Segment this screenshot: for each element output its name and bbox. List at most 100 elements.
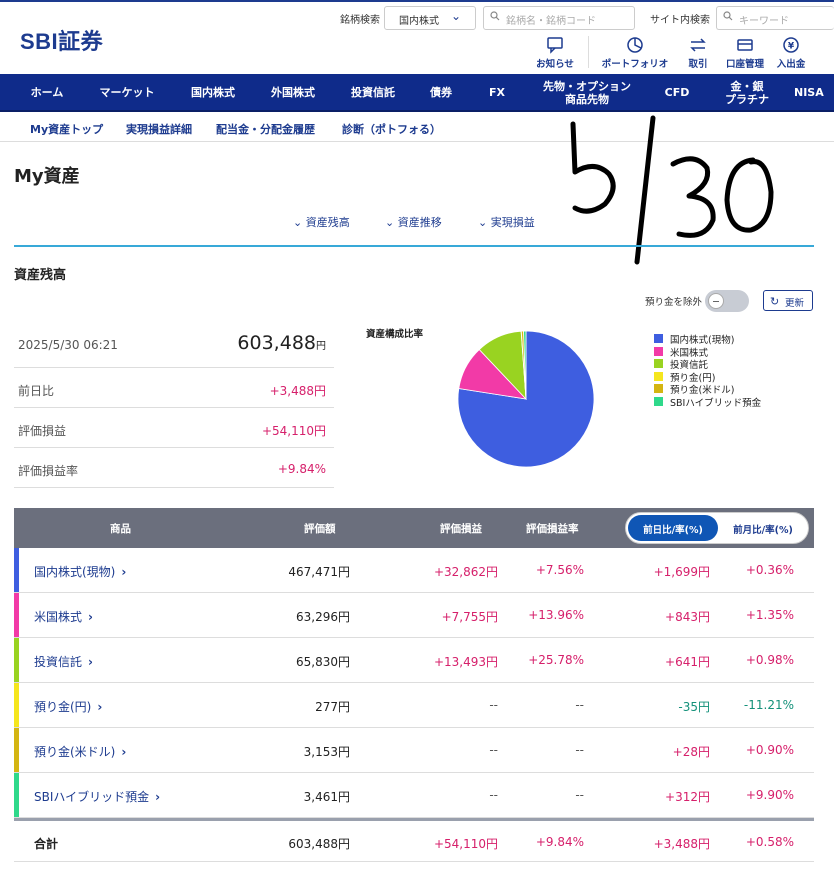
header-shortcuts: お知らせ ポートフォリオ 取引 口座管理 ¥ 入出金: [530, 36, 834, 72]
cell-day-rate: +0.36%: [745, 563, 794, 577]
subnav-my-assets-top[interactable]: My資産トップ: [30, 121, 103, 137]
exclude-deposit-toggle[interactable]: [705, 290, 749, 312]
tab-asset-balance[interactable]: ⌄ 資産残高: [293, 214, 350, 230]
chevron-right-icon: ›: [155, 790, 161, 804]
notice-label: お知らせ: [536, 59, 574, 70]
month-change-tab[interactable]: 前月比/率(%): [720, 515, 806, 541]
nav-gold-silver[interactable]: 金・銀 プラチナ: [712, 74, 782, 112]
legend-item: 預り金(円): [654, 370, 761, 384]
table-total-row: 合計 603,488円 +54,110円 +9.84% +3,488円 +0.5…: [14, 818, 814, 862]
tab-realized-pl[interactable]: ⌄ 実現損益: [478, 214, 535, 230]
cell-pl-rate: --: [575, 788, 584, 802]
cell-day-rate: +9.90%: [745, 788, 794, 802]
table-header: 商品 評価額 評価損益 評価損益率 前日比/率(%) 前月比/率(%): [14, 508, 814, 548]
search-icon: [723, 11, 733, 21]
trade-button[interactable]: 取引: [683, 36, 713, 70]
summary-datetime: 2025/5/30 06:21: [18, 338, 118, 352]
product-name: 投資信託: [34, 655, 83, 669]
total-pl: +54,110円: [433, 837, 498, 851]
product-name: 国内株式(現物): [34, 565, 116, 579]
table-row: 投資信託 › 65,830円 +13,493円 +25.78% +641円 +0.98%: [14, 638, 814, 683]
cell-value: 277円: [315, 700, 350, 714]
page-section-tabs: ⌄ 資産残高 ⌄ 資産推移 ⌄ 実現損益: [0, 214, 834, 234]
nav-fx[interactable]: FX: [478, 74, 516, 112]
cell-value: 65,830円: [296, 655, 350, 669]
tabs-underline: [14, 245, 814, 247]
product-link[interactable]: 米国株式 ›: [34, 608, 93, 625]
stock-market-select[interactable]: 国内株式 ⌄: [384, 6, 476, 30]
portfolio-icon: [627, 37, 643, 53]
deposit-withdraw-button[interactable]: ¥ 入出金: [774, 36, 808, 70]
subnav-diagnosis[interactable]: 診断（ポトフォる）: [342, 121, 441, 137]
legend-swatch: [654, 334, 663, 343]
product-link[interactable]: SBIハイブリッド預金 ›: [34, 788, 160, 805]
table-row: 預り金(円) › 277円 -- -- -35円 -11.21%: [14, 683, 814, 728]
cell-pl-rate: +13.96%: [528, 608, 584, 622]
row-color-bar: [14, 638, 19, 682]
total-day-change: +3,488円: [653, 837, 710, 851]
nav-home[interactable]: ホーム: [14, 74, 80, 112]
section-title: 資産残高: [14, 268, 67, 283]
day-change-tab[interactable]: 前日比/率(%): [628, 515, 718, 541]
asset-summary: 2025/5/30 06:21 603,488円 前日比 +3,488円 評価損…: [14, 320, 334, 488]
summary-total-value: 603,488円: [237, 332, 326, 354]
stock-search-input[interactable]: 銘柄名・銘柄コード: [483, 6, 635, 30]
subnav-dividend-history[interactable]: 配当金・分配金履歴: [216, 121, 315, 137]
nav-market[interactable]: マーケット: [90, 74, 164, 112]
table-row: 国内株式(現物) › 467,471円 +32,862円 +7.56% +1,699円 +0…: [14, 548, 814, 593]
change-period-toggle: 前日比/率(%) 前月比/率(%): [625, 512, 809, 544]
nav-foreign-stocks[interactable]: 外国株式: [258, 74, 328, 112]
portfolio-button[interactable]: ポートフォリオ: [600, 36, 670, 70]
cell-pl: +13,493円: [433, 655, 498, 669]
row-color-bar: [14, 773, 19, 817]
product-link[interactable]: 国内株式(現物) ›: [34, 563, 126, 580]
site-search-label: サイト内検索: [650, 15, 710, 26]
product-name: 預り金(米ドル): [34, 745, 116, 759]
cell-day-change: +312円: [665, 790, 710, 804]
total-value: 603,488円: [288, 837, 350, 851]
product-link[interactable]: 預り金(円) ›: [34, 698, 102, 715]
notice-button[interactable]: お知らせ: [535, 36, 575, 70]
main-nav: ホーム マーケット 国内株式 外国株式 投資信託 債券 FX 先物・オプション …: [0, 74, 834, 112]
row-color-bar: [14, 593, 19, 637]
account-button[interactable]: 口座管理: [723, 36, 767, 70]
pie-chart-title: 資産構成比率: [366, 329, 424, 340]
tab-asset-trend[interactable]: ⌄ 資産推移: [385, 214, 442, 230]
subnav-realized-pl[interactable]: 実現損益詳細: [126, 121, 192, 137]
tab-asset-balance-label: 資産残高: [305, 216, 350, 229]
nav-mutual-funds[interactable]: 投資信託: [338, 74, 408, 112]
cell-value: 63,296円: [296, 610, 350, 624]
legend-label: SBIハイブリッド預金: [670, 397, 762, 409]
summary-value: +9.84%: [277, 462, 326, 476]
account-card-icon: [737, 39, 753, 51]
product-name: SBIハイブリッド預金: [34, 790, 150, 804]
nav-futures-options[interactable]: 先物・オプション 商品先物: [530, 74, 644, 112]
cell-pl: --: [489, 788, 498, 802]
cell-pl: --: [489, 743, 498, 757]
legend-swatch: [654, 371, 663, 381]
refresh-button[interactable]: ↻ 更新: [763, 290, 813, 311]
site-search-input[interactable]: キーワード: [716, 6, 834, 30]
nav-domestic-stocks[interactable]: 国内株式: [178, 74, 248, 112]
legend-swatch: [654, 346, 663, 356]
divider: [588, 36, 589, 68]
nav-cfd[interactable]: CFD: [654, 74, 700, 112]
summary-label: 評価損益率: [18, 464, 79, 478]
row-color-bar: [14, 728, 19, 772]
sbi-logo[interactable]: SBI証券: [20, 24, 103, 56]
total-label: 合計: [34, 837, 59, 851]
product-link[interactable]: 投資信託 ›: [34, 653, 93, 670]
trade-label: 取引: [688, 59, 708, 70]
col-header-pl: 評価損益: [440, 523, 482, 535]
summary-label: 前日比: [18, 384, 55, 398]
cell-day-change: +843円: [665, 610, 710, 624]
cell-pl-rate: +25.78%: [528, 653, 584, 667]
legend-item: 投資信託: [654, 357, 761, 371]
nav-bonds[interactable]: 債券: [418, 74, 464, 112]
nav-nisa[interactable]: NISA: [794, 74, 834, 112]
row-color-bar: [14, 548, 19, 592]
asset-table: 商品 評価額 評価損益 評価損益率 前日比/率(%) 前月比/率(%) 国内株式…: [14, 508, 814, 862]
col-header-pl-rate: 評価損益率: [526, 523, 579, 535]
product-link[interactable]: 預り金(米ドル) ›: [34, 743, 126, 760]
chat-icon: [547, 37, 563, 54]
